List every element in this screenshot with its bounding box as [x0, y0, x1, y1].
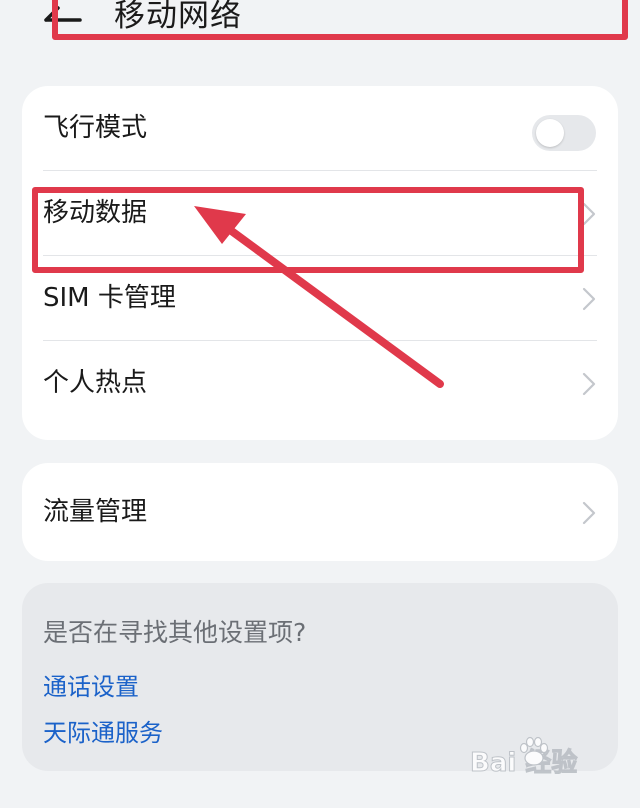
toggle-knob — [536, 119, 564, 147]
mobile-data-label: 移动数据 — [43, 198, 148, 228]
chevron-right-icon — [582, 501, 596, 525]
list-item-sim-management[interactable]: SIM 卡管理 — [22, 256, 618, 341]
search-prompt-text: 是否在寻找其他设置项? — [43, 618, 307, 647]
call-settings-link[interactable]: 通话设置 — [43, 667, 139, 702]
list-item-mobile-data[interactable]: 移动数据 — [22, 171, 618, 256]
airplane-mode-toggle[interactable] — [532, 115, 596, 151]
page-title: 移动网络 — [114, 0, 242, 34]
sim-management-label: SIM 卡管理 — [43, 283, 176, 313]
airplane-mode-label: 飞行模式 — [43, 113, 148, 143]
list-item-traffic-management[interactable]: 流量管理 — [22, 470, 618, 555]
list-item-personal-hotspot[interactable]: 个人热点 — [22, 341, 618, 426]
list-item-airplane-mode[interactable]: 飞行模式 — [22, 86, 618, 171]
chevron-right-icon — [582, 202, 596, 226]
chevron-right-icon — [582, 372, 596, 396]
traffic-management-card: 流量管理 — [22, 463, 618, 561]
top-app-bar: 移动网络 — [0, 0, 640, 60]
chevron-right-icon — [582, 287, 596, 311]
skylink-service-link[interactable]: 天际通服务 — [43, 713, 163, 748]
traffic-management-label: 流量管理 — [43, 497, 148, 527]
back-arrow-icon[interactable] — [38, 0, 86, 36]
personal-hotspot-label: 个人热点 — [43, 368, 148, 398]
network-settings-card: 飞行模式 移动数据 SIM 卡管理 个人热点 — [22, 86, 618, 440]
search-suggestions-card: 是否在寻找其他设置项? 通话设置 天际通服务 — [22, 583, 618, 771]
